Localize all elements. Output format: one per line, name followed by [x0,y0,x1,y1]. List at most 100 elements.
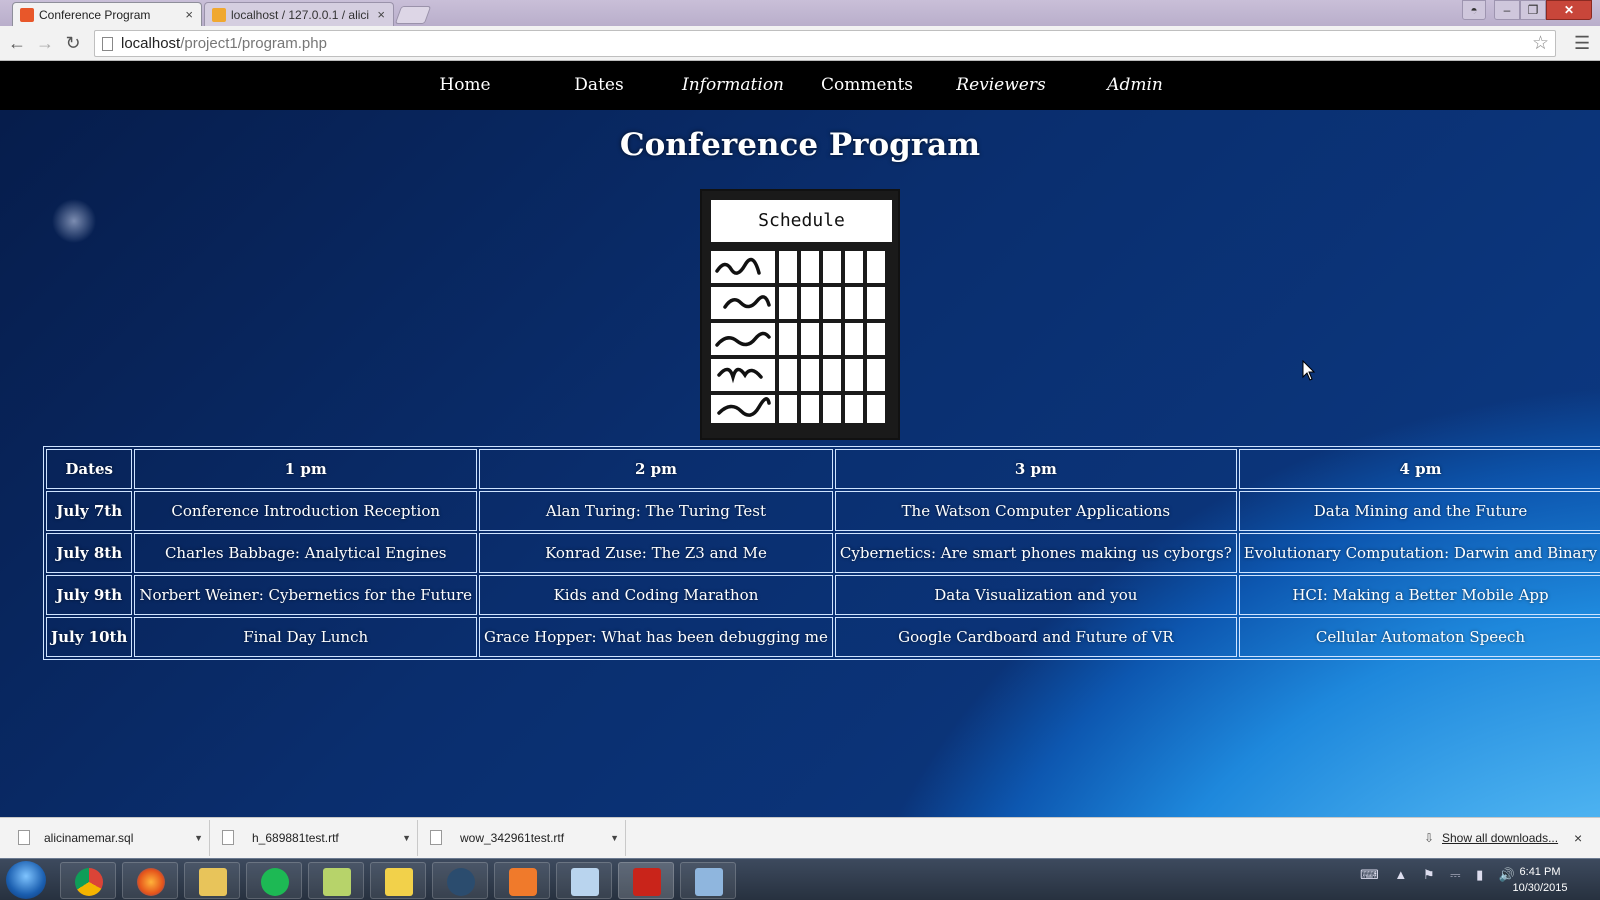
schedule-image-label: Schedule [711,200,892,242]
xampp-icon[interactable] [494,862,550,899]
url-host: localhost [121,35,181,52]
file-icon [430,830,442,845]
download-filename: alicinamemar.sql [44,831,134,845]
tab-title: localhost / 127.0.0.1 / alici [231,8,370,22]
chevron-down-icon[interactable]: ▼ [402,820,411,856]
page-icon [102,37,113,51]
header-dates: Dates [46,449,133,489]
tab-close-icon[interactable]: × [377,3,385,26]
header-3pm: 3 pm [834,449,1237,489]
session-cell: Konrad Zuse: The Z3 and Me [479,533,833,573]
session-cell: Kids and Coding Marathon [479,575,833,615]
url-path: /project1/program.php [180,35,327,52]
system-tray-icons[interactable]: ⌨ ▲ ⚑ ⎓ ▮ 🔊 [1360,867,1521,883]
download-arrow-icon: ⇩ [1424,831,1435,845]
maximize-button[interactable]: ❐ [1520,0,1546,20]
row-date: July 7th [46,491,133,531]
clock-date: 10/30/2015 [1512,882,1568,894]
forward-arrow-icon[interactable]: → [34,32,56,54]
nav-admin[interactable]: Admin [1107,61,1163,110]
row-date: July 9th [46,575,133,615]
nav-dates[interactable]: Dates [574,61,623,110]
file-icon [222,830,234,845]
chart-app-icon[interactable] [308,862,364,899]
address-url: localhost/project1/program.php [121,31,327,56]
close-shelf-icon[interactable]: × [1574,818,1582,859]
download-item[interactable]: alicinamemar.sql ▼ [4,820,210,856]
tab-close-icon[interactable]: × [185,3,193,26]
session-cell: The Watson Computer Applications [834,491,1237,531]
new-tab-button[interactable] [394,6,432,24]
nav-reviewers[interactable]: Reviewers [956,61,1045,110]
session-cell: Data Mining and the Future [1238,491,1600,531]
address-bar[interactable]: localhost/project1/program.php ☆ [94,30,1556,57]
site-nav: Home Dates Information Comments Reviewer… [0,61,1600,110]
table-row: July 10th Final Day Lunch Grace Hopper: … [46,617,1600,657]
phpmyadmin-favicon-icon [212,8,226,22]
control-panel-icon[interactable] [680,862,736,899]
steam-icon[interactable] [432,862,488,899]
minimize-button[interactable]: – [1494,0,1520,20]
header-1pm: 1 pm [134,449,478,489]
session-cell: Norbert Weiner: Cybernetics for the Futu… [134,575,478,615]
page-title: Conference Program [619,127,981,163]
tab-title: Conference Program [39,8,151,22]
reload-icon[interactable]: ↻ [62,32,84,54]
download-item[interactable]: wow_342961test.rtf ▼ [420,820,626,856]
session-cell: Cybernetics: Are smart phones making us … [834,533,1237,573]
taskbar-clock[interactable]: 6:41 PM 10/30/2015 [1500,864,1580,896]
windows-taskbar: ⌨ ▲ ⚑ ⎓ ▮ 🔊 6:41 PM 10/30/2015 [0,858,1600,900]
tab-phpmyadmin[interactable]: localhost / 127.0.0.1 / alici × [204,2,394,26]
file-explorer-icon[interactable] [184,862,240,899]
session-cell: Conference Introduction Reception [134,491,478,531]
downloads-shelf: alicinamemar.sql ▼ h_689881test.rtf ▼ wo… [0,817,1600,858]
spotify-icon[interactable] [246,862,302,899]
clock-time: 6:41 PM [1519,866,1561,878]
session-cell: Google Cardboard and Future of VR [834,617,1237,657]
file-icon [18,830,30,845]
page-viewport: Home Dates Information Comments Reviewer… [0,61,1600,817]
xampp-favicon-icon [20,8,34,22]
program-table: Dates 1 pm 2 pm 3 pm 4 pm July 7th Confe… [43,446,1600,660]
back-arrow-icon[interactable]: ← [6,32,28,54]
nav-information[interactable]: Information [682,61,784,110]
show-all-downloads-link[interactable]: Show all downloads... [1442,818,1558,859]
session-cell: Charles Babbage: Analytical Engines [134,533,478,573]
header-2pm: 2 pm [479,449,833,489]
nav-home[interactable]: Home [439,61,490,110]
start-button[interactable] [6,861,46,899]
table-row: July 8th Charles Babbage: Analytical Eng… [46,533,1600,573]
chrome-icon[interactable] [60,862,116,899]
session-cell: Data Visualization and you [834,575,1237,615]
session-cell: Grace Hopper: What has been debugging me [479,617,833,657]
schedule-grid-icon [711,251,885,423]
live-icon[interactable] [370,862,426,899]
bookmark-star-icon[interactable]: ☆ [1532,31,1549,56]
session-cell: HCI: Making a Better Mobile App [1238,575,1600,615]
table-row: July 9th Norbert Weiner: Cybernetics for… [46,575,1600,615]
row-date: July 8th [46,533,133,573]
download-item[interactable]: h_689881test.rtf ▼ [212,820,418,856]
browser-toolbar: ← → ↻ localhost/project1/program.php ☆ ☰ [0,26,1600,61]
user-profile-icon[interactable]: ◓ [1462,0,1486,20]
cube-app-icon[interactable] [556,862,612,899]
header-4pm: 4 pm [1238,449,1600,489]
schedule-image: Schedule [700,189,900,440]
chrome-menu-icon[interactable]: ☰ [1574,34,1590,52]
tab-conference-program[interactable]: Conference Program × [12,2,202,26]
table-header-row: Dates 1 pm 2 pm 3 pm 4 pm [46,449,1600,489]
session-cell: Cellular Automaton Speech [1238,617,1600,657]
chevron-down-icon[interactable]: ▼ [610,820,619,856]
table-row: July 7th Conference Introduction Recepti… [46,491,1600,531]
row-date: July 10th [46,617,133,657]
chevron-down-icon[interactable]: ▼ [194,820,203,856]
nav-comments[interactable]: Comments [821,61,913,110]
download-filename: h_689881test.rtf [252,831,339,845]
acrobat-icon[interactable] [618,862,674,899]
session-cell: Alan Turing: The Turing Test [479,491,833,531]
close-window-button[interactable]: ✕ [1546,0,1592,20]
browser-titlebar: Conference Program × localhost / 127.0.0… [0,0,1600,26]
firefox-icon[interactable] [122,862,178,899]
session-cell: Final Day Lunch [134,617,478,657]
session-cell: Evolutionary Computation: Darwin and Bin… [1238,533,1600,573]
